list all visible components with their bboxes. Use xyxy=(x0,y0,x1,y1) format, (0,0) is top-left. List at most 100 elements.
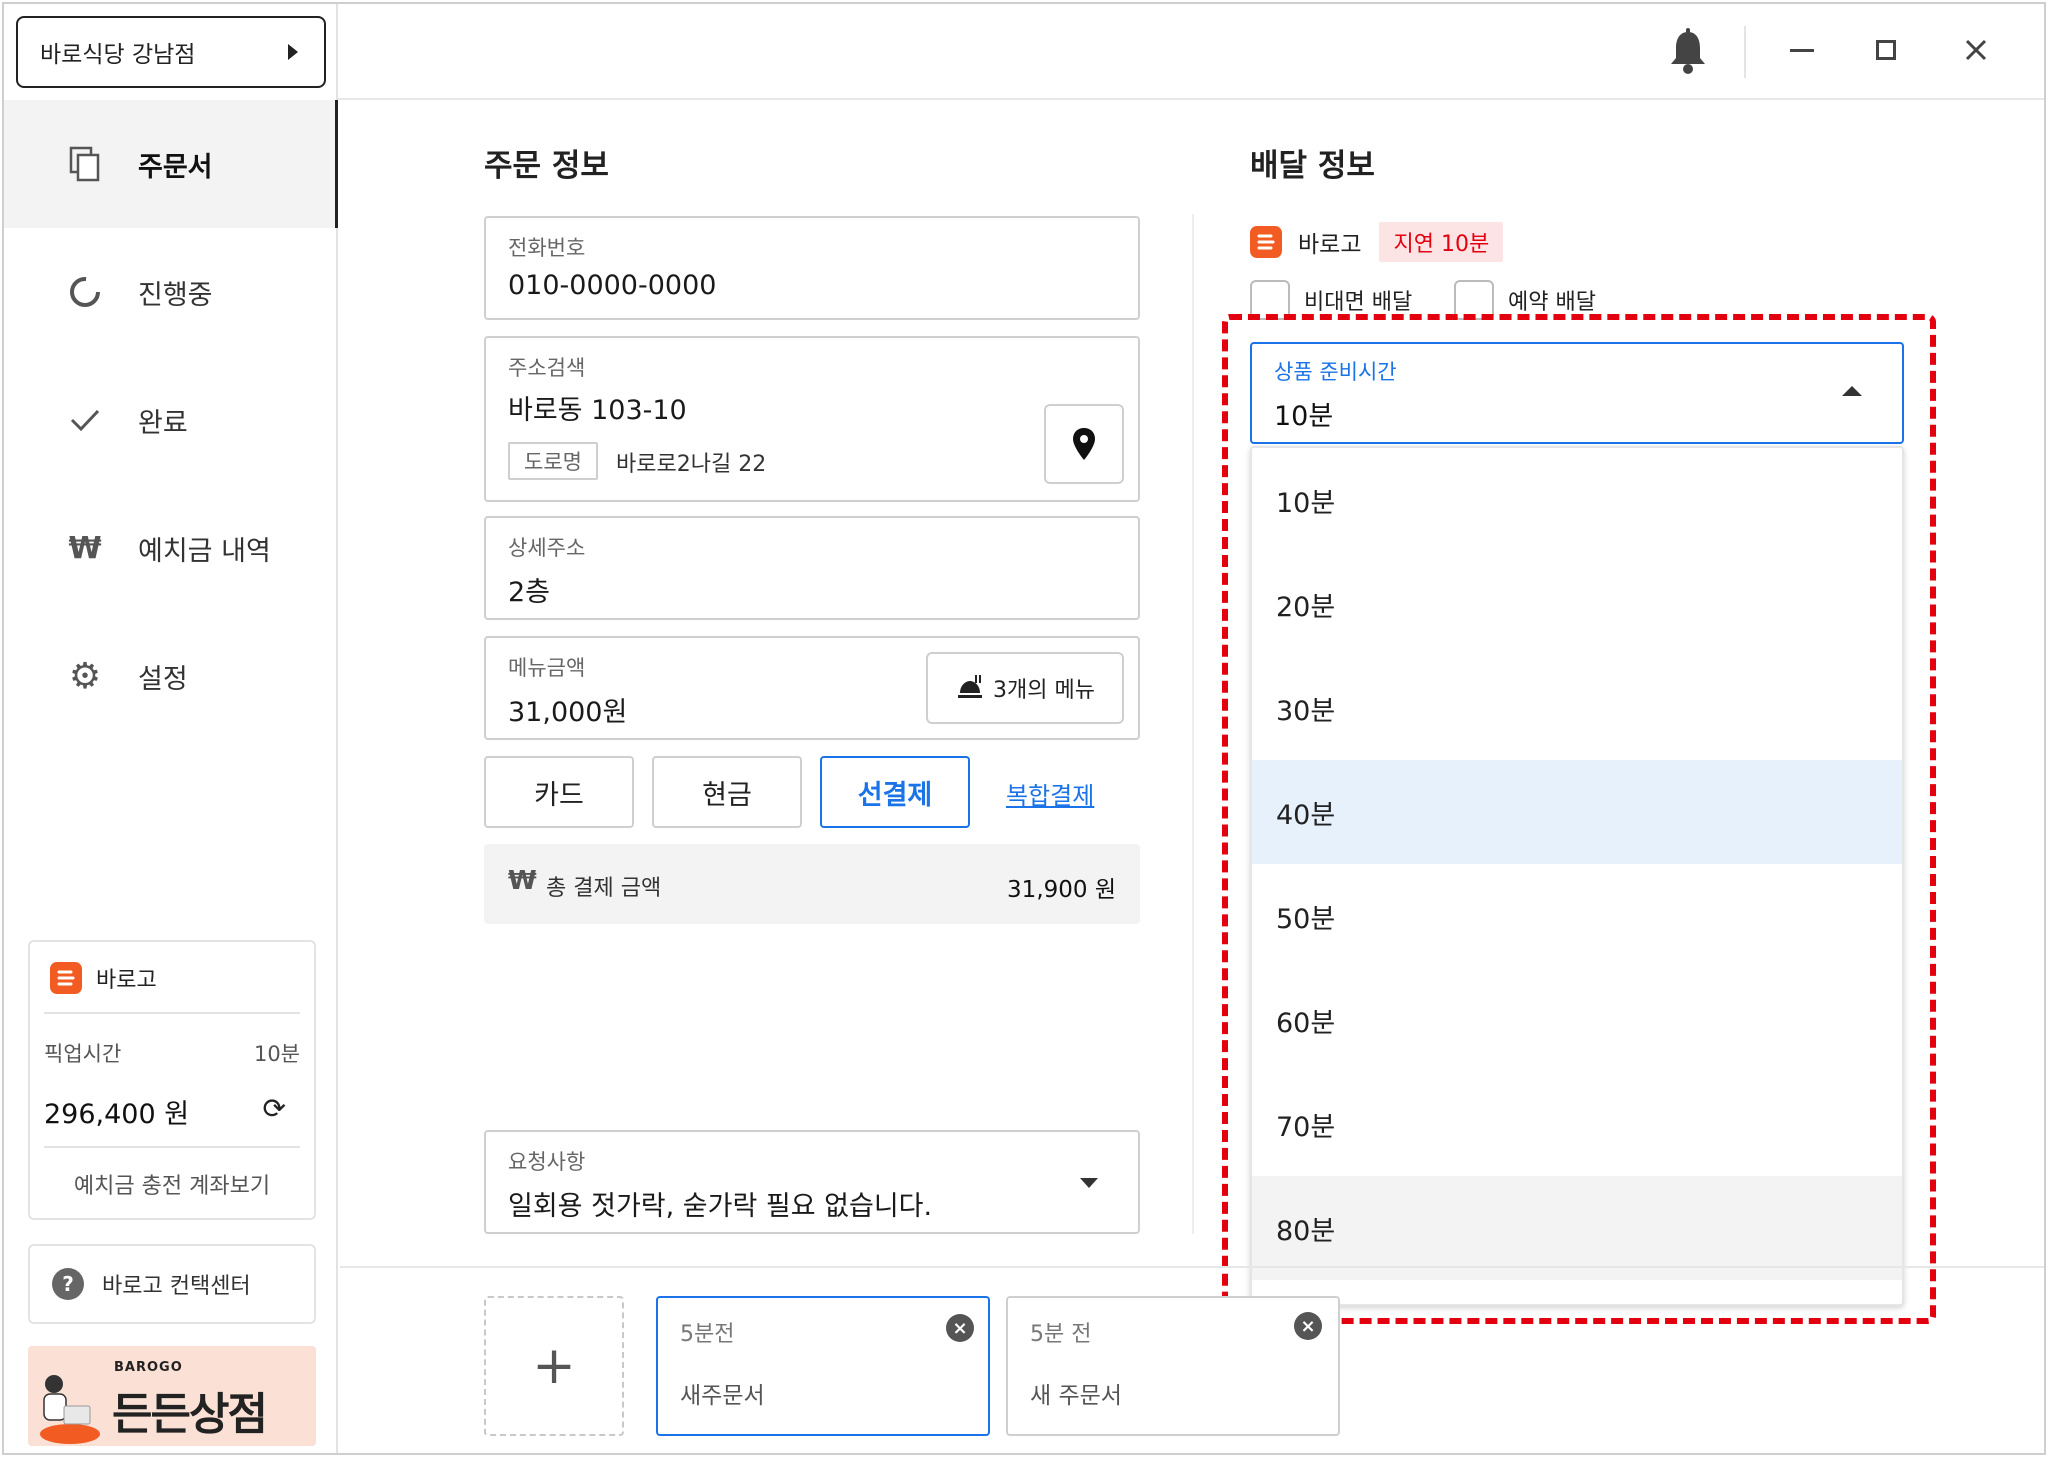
detail-address-field[interactable]: 상세주소 2층 xyxy=(484,516,1140,620)
dropdown-option-hovered[interactable]: 80분 xyxy=(1252,1176,1902,1280)
nav-label: 예치금 내역 xyxy=(138,535,271,567)
bell-icon[interactable] xyxy=(1668,28,1708,74)
total-amount-box: ₩ 총 결제 금액 31,900 원 xyxy=(484,844,1140,924)
menu-list-button[interactable]: 3개의 메뉴 xyxy=(926,652,1124,724)
close-tab-icon[interactable]: × xyxy=(946,1314,974,1342)
pay-prepaid-button[interactable]: 선결제 xyxy=(820,756,970,828)
close-tab-icon[interactable]: × xyxy=(1294,1312,1322,1340)
dropdown-option[interactable]: 50분 xyxy=(1252,864,1902,968)
promo-banner[interactable]: BAROGO 든든상점 xyxy=(28,1346,316,1446)
won-icon: ₩ xyxy=(508,866,537,896)
refresh-icon[interactable]: ⟳ xyxy=(263,1092,286,1125)
dropdown-option[interactable]: 20분 xyxy=(1252,552,1902,656)
contactless-checkbox[interactable] xyxy=(1250,280,1290,320)
barogo-logo-icon xyxy=(1250,226,1282,258)
app-window: 바로식당 강남점 주문서 진행중 완료 ₩ 예치금 내역 ⚙ 설정 바로고 픽업… xyxy=(2,2,2046,1455)
divider xyxy=(44,1012,300,1014)
divider xyxy=(1744,26,1746,78)
provider-name: 바로고 xyxy=(1298,232,1362,258)
add-order-button[interactable]: + xyxy=(484,1296,624,1436)
maximize-icon[interactable] xyxy=(1876,40,1896,60)
contactless-option[interactable]: 비대면 배달 xyxy=(1250,280,1412,320)
menu-count-label: 3개의 메뉴 xyxy=(993,678,1095,703)
pay-card-button[interactable]: 카드 xyxy=(484,756,634,828)
store-name: 바로식당 강남점 xyxy=(40,42,196,68)
phone-value: 010-0000-0000 xyxy=(508,270,717,301)
chevron-down-icon[interactable] xyxy=(1080,1178,1098,1188)
dropdown-option[interactable]: 60분 xyxy=(1252,968,1902,1072)
divider xyxy=(340,1266,2044,1268)
pickup-label: 픽업시간 xyxy=(44,1042,122,1066)
order-tab[interactable]: 5분전 새주문서 × xyxy=(656,1296,990,1436)
question-icon: ? xyxy=(52,1268,84,1300)
total-label: 총 결제 금액 xyxy=(546,876,662,901)
map-pin-icon xyxy=(1073,428,1095,460)
order-tab-title: 새 주문서 xyxy=(1030,1383,1122,1409)
minimize-icon[interactable] xyxy=(1790,49,1814,52)
plus-icon: + xyxy=(532,1336,576,1396)
order-tab-title: 새주문서 xyxy=(680,1383,765,1409)
dropdown-option[interactable]: 10분 xyxy=(1252,448,1902,552)
delivery-info-title: 배달 정보 xyxy=(1250,148,1375,184)
nav-label: 진행중 xyxy=(138,279,213,311)
top-bar xyxy=(338,4,2044,100)
reserve-option[interactable]: 예약 배달 xyxy=(1454,280,1596,320)
nav-label: 주문서 xyxy=(138,151,213,183)
won-icon: ₩ xyxy=(68,530,102,566)
dropdown-option-selected[interactable]: 40분 xyxy=(1252,760,1902,864)
phone-label: 전화번호 xyxy=(508,236,586,260)
prep-time-dropdown: 10분 20분 30분 40분 50분 60분 70분 80분 xyxy=(1250,446,1904,1306)
reserve-checkbox[interactable] xyxy=(1454,280,1494,320)
order-info-title: 주문 정보 xyxy=(484,148,609,184)
menu-amount-field[interactable]: 메뉴금액 31,000원 3개의 메뉴 xyxy=(484,636,1140,740)
detail-address-value: 2층 xyxy=(508,577,551,608)
map-pin-button[interactable] xyxy=(1044,404,1124,484)
detail-address-label: 상세주소 xyxy=(508,536,586,560)
request-label: 요청사항 xyxy=(508,1150,586,1174)
chevron-up-icon xyxy=(1842,386,1862,396)
reserve-label: 예약 배달 xyxy=(1508,290,1596,315)
food-cloche-icon xyxy=(958,675,983,698)
card-brand: 바로고 xyxy=(96,968,157,993)
menu-amount-value: 31,000원 xyxy=(508,697,628,728)
prep-time-value: 10분 xyxy=(1274,401,1334,432)
phone-field[interactable]: 전화번호 010-0000-0000 xyxy=(484,216,1140,320)
contact-center-label: 바로고 컨택센터 xyxy=(102,1274,251,1299)
address-value: 바로동 103-10 xyxy=(508,395,687,426)
dropdown-option[interactable]: 70분 xyxy=(1252,1072,1902,1176)
copy-icon xyxy=(66,145,104,183)
request-value: 일회용 젓가락, 숟가락 필요 없습니다. xyxy=(508,1191,933,1222)
nav-item-order-form[interactable]: 주문서 xyxy=(4,100,338,228)
menu-amount-label: 메뉴금액 xyxy=(508,656,586,680)
request-field[interactable]: 요청사항 일회용 젓가락, 숟가락 필요 없습니다. xyxy=(484,1130,1140,1234)
road-address-value: 바로로2나길 22 xyxy=(616,452,767,477)
caret-right-icon xyxy=(288,44,298,60)
deposit-account-link[interactable]: 예치금 충전 계좌보기 xyxy=(30,1168,314,1200)
deposit-card: 바로고 픽업시간 10분 296,400 원 ⟳ 예치금 충전 계좌보기 xyxy=(28,940,316,1220)
balance-amount: 296,400 원 xyxy=(44,1099,190,1130)
order-tab[interactable]: 5분 전 새 주문서 xyxy=(1006,1296,1340,1436)
nav-item-settings[interactable]: ⚙ 설정 xyxy=(4,612,338,740)
contactless-label: 비대면 배달 xyxy=(1304,290,1413,315)
banner-title: 든든상점 xyxy=(112,1389,268,1440)
dropdown-option[interactable]: 30분 xyxy=(1252,656,1902,760)
nav-item-in-progress[interactable]: 진행중 xyxy=(4,228,338,356)
nav-item-deposit-history[interactable]: ₩ 예치금 내역 xyxy=(4,484,338,612)
prep-time-label: 상품 준비시간 xyxy=(1274,360,1397,384)
delivery-provider: 바로고 지연 10분 xyxy=(1250,222,1504,262)
store-selector[interactable]: 바로식당 강남점 xyxy=(16,16,326,88)
nav-label: 설정 xyxy=(138,663,188,695)
order-tab-time: 5분전 xyxy=(680,1322,735,1347)
sidebar: 바로식당 강남점 주문서 진행중 완료 ₩ 예치금 내역 ⚙ 설정 바로고 픽업… xyxy=(4,4,338,1453)
prep-time-select[interactable]: 상품 준비시간 10분 xyxy=(1250,342,1904,444)
address-search-field[interactable]: 주소검색 바로동 103-10 도로명 바로로2나길 22 xyxy=(484,336,1140,502)
address-label: 주소검색 xyxy=(508,356,586,380)
pickup-value: 10분 xyxy=(253,1042,300,1066)
close-icon[interactable] xyxy=(1964,38,1988,62)
section-divider xyxy=(1192,214,1194,1234)
nav-item-completed[interactable]: 완료 xyxy=(4,356,338,484)
combined-payment-link[interactable]: 복합결제 xyxy=(1006,776,1094,811)
contact-center-button[interactable]: ? 바로고 컨택센터 xyxy=(28,1244,316,1324)
gear-icon: ⚙ xyxy=(68,655,102,697)
pay-cash-button[interactable]: 현금 xyxy=(652,756,802,828)
